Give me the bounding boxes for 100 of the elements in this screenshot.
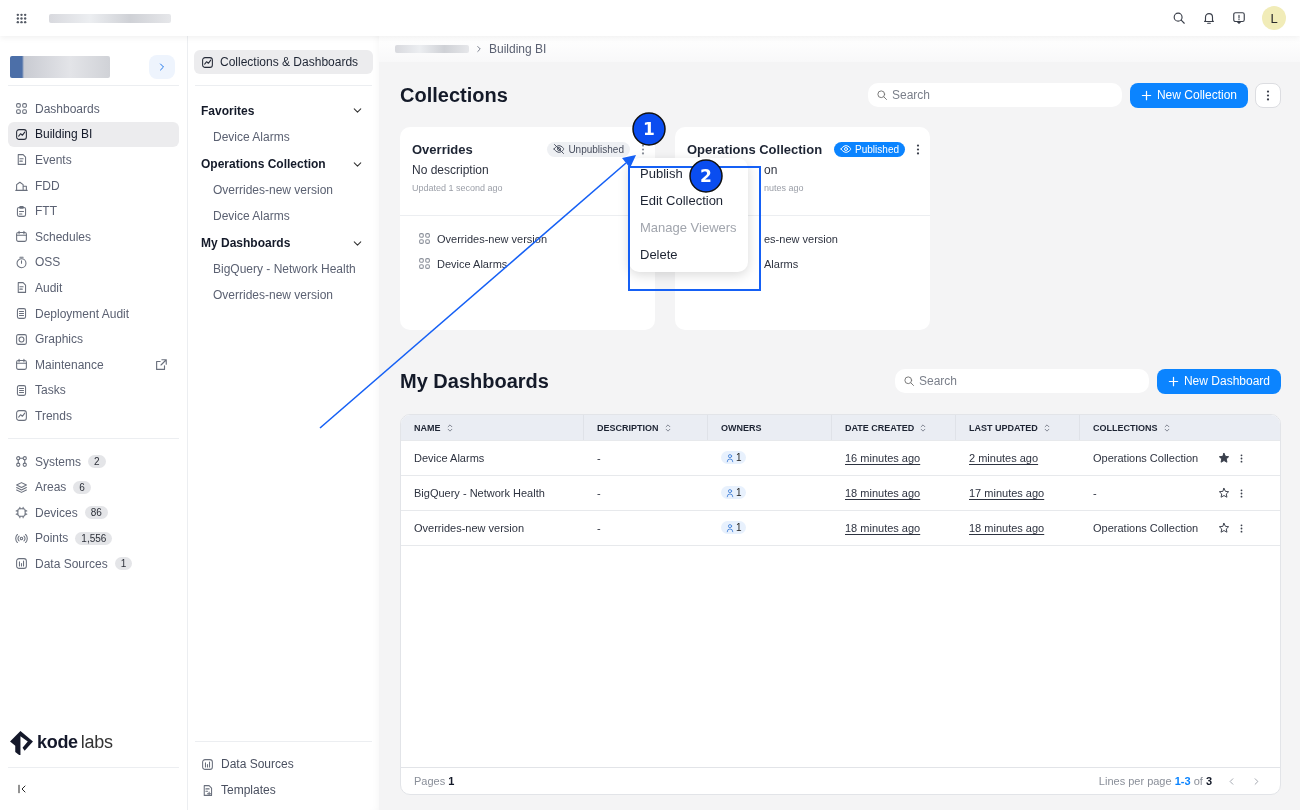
table-cell-text: Operations Collection (1092, 522, 1200, 534)
layers-icon (15, 480, 28, 494)
kebab-icon[interactable] (1240, 523, 1243, 533)
dashboard-link[interactable]: Device Alarms (437, 257, 508, 270)
nav-item[interactable]: Systems 2 (8, 448, 179, 475)
column-header[interactable]: DESCRIPTION (584, 415, 708, 440)
kebab-icon[interactable] (916, 143, 920, 155)
date-link[interactable]: 18 minutes ago (845, 522, 921, 534)
nav-item[interactable]: FDD (8, 172, 179, 199)
star-icon[interactable] (1218, 487, 1230, 499)
column-header[interactable]: NAME (401, 415, 584, 440)
date-link[interactable]: 2 minutes ago (969, 452, 1039, 464)
nav-item[interactable]: Dashboards (8, 96, 179, 122)
count-badge: 1,556 (75, 531, 113, 545)
step-marker: 1 (632, 112, 666, 146)
table-cell-text: - (1092, 487, 1098, 499)
count-badge: 1 (114, 557, 133, 571)
external-link-icon[interactable] (154, 357, 168, 372)
owner-count[interactable]: 1 (721, 521, 746, 535)
chat-icon[interactable] (1232, 11, 1246, 25)
dashboard-link[interactable]: es-new version (764, 226, 838, 251)
nav-item[interactable]: BigQuery - Network Health (194, 256, 373, 282)
bar-chart-icon (15, 557, 28, 571)
group-header[interactable]: Operations Collection (194, 150, 373, 178)
nav-item[interactable]: Points 1,556 (8, 525, 179, 552)
search-field[interactable]: Search (894, 369, 1149, 393)
plus-icon (1167, 375, 1179, 387)
table-cell-text: - (596, 487, 602, 499)
date-link[interactable]: 16 minutes ago (845, 452, 921, 464)
user-avatar[interactable]: L (1262, 6, 1286, 30)
nav-item[interactable]: Overrides-new version (194, 282, 373, 308)
owner-count[interactable]: 1 (721, 486, 746, 500)
logo-text: kode labs (37, 731, 113, 753)
nav-item[interactable]: Schedules (8, 223, 179, 250)
table-cell-text: Device Alarms (413, 452, 486, 464)
star-icon[interactable] (1218, 522, 1230, 534)
kebab-icon[interactable] (1240, 488, 1243, 498)
nav-item[interactable]: Device Alarms (194, 203, 373, 229)
nodes-icon (15, 455, 28, 468)
column-header[interactable]: LAST UPDATED (956, 415, 1080, 440)
nav-item[interactable]: Building BI (8, 121, 179, 148)
nav-item[interactable]: Data Sources (194, 751, 373, 777)
chevron-right-icon (474, 44, 484, 54)
group-header[interactable]: Favorites (194, 97, 373, 124)
nav-item[interactable]: Overrides-new version (194, 177, 373, 203)
owner-count[interactable]: 1 (721, 451, 746, 465)
document-icon (15, 153, 28, 167)
user-icon (725, 452, 735, 463)
nav-item[interactable]: Audit (8, 275, 179, 301)
count-badge: 6 (73, 480, 91, 494)
nav-item[interactable]: Events (8, 147, 179, 173)
app-grid-icon[interactable] (16, 12, 27, 24)
nav-item[interactable]: Collections & Dashboards (194, 50, 373, 74)
date-link[interactable]: 18 minutes ago (969, 522, 1045, 534)
dashboard-link[interactable]: Alarms (764, 251, 799, 276)
chip-icon (15, 506, 28, 520)
lines-per-page: Lines per page 1-3 of 3 (1098, 775, 1212, 787)
date-link[interactable]: 18 minutes ago (845, 487, 921, 499)
nav-item[interactable]: Deployment Audit (8, 300, 179, 327)
user-icon (725, 487, 735, 498)
nav-item[interactable]: Device Alarms (194, 124, 373, 150)
column-header[interactable]: COLLECTIONS (1080, 415, 1204, 440)
chart-icon (15, 409, 28, 423)
card-title: Overrides (412, 141, 474, 157)
bell-icon[interactable] (1202, 11, 1216, 25)
column-header[interactable]: DATE CREATED (832, 415, 956, 440)
kebab-icon[interactable] (1266, 89, 1270, 101)
user-icon (725, 522, 735, 533)
count-badge: 86 (84, 506, 108, 520)
kebab-icon[interactable] (1240, 453, 1243, 463)
picture-icon (15, 332, 28, 346)
list-icon (15, 307, 28, 321)
chart-icon (201, 55, 214, 69)
count-badge: 2 (88, 455, 106, 468)
collapse-icon[interactable] (16, 783, 28, 795)
nav-item[interactable]: Templates (194, 777, 373, 803)
table-cell-text: - (596, 452, 602, 464)
nav-item[interactable]: Maintenance (8, 351, 179, 378)
nav-item[interactable]: OSS (8, 249, 179, 276)
group-header[interactable]: My Dashboards (194, 229, 373, 257)
nav-item[interactable]: Data Sources 1 (8, 551, 179, 577)
date-link[interactable]: 17 minutes ago (969, 487, 1045, 499)
new-button[interactable]: New Collection (1129, 82, 1248, 108)
template-icon (201, 783, 214, 797)
search-icon (875, 89, 888, 101)
star-icon[interactable] (1218, 452, 1230, 464)
search-field[interactable]: Search (867, 83, 1122, 107)
new-button[interactable]: New Dashboard (1156, 368, 1281, 394)
clipboard-icon (15, 204, 28, 218)
eye-icon (840, 143, 853, 155)
calendar-icon (15, 358, 28, 372)
eye-off-icon (553, 143, 566, 155)
search-icon[interactable] (1172, 11, 1186, 25)
nav-item[interactable]: Trends (8, 403, 179, 429)
nav-item[interactable]: Tasks (8, 377, 179, 404)
updated-time: nutes ago (764, 182, 805, 195)
nav-item[interactable]: Devices 86 (8, 499, 179, 526)
nav-item[interactable]: FTT (8, 198, 179, 224)
nav-item[interactable]: Areas 6 (8, 474, 179, 500)
nav-item[interactable]: Graphics (8, 326, 179, 352)
